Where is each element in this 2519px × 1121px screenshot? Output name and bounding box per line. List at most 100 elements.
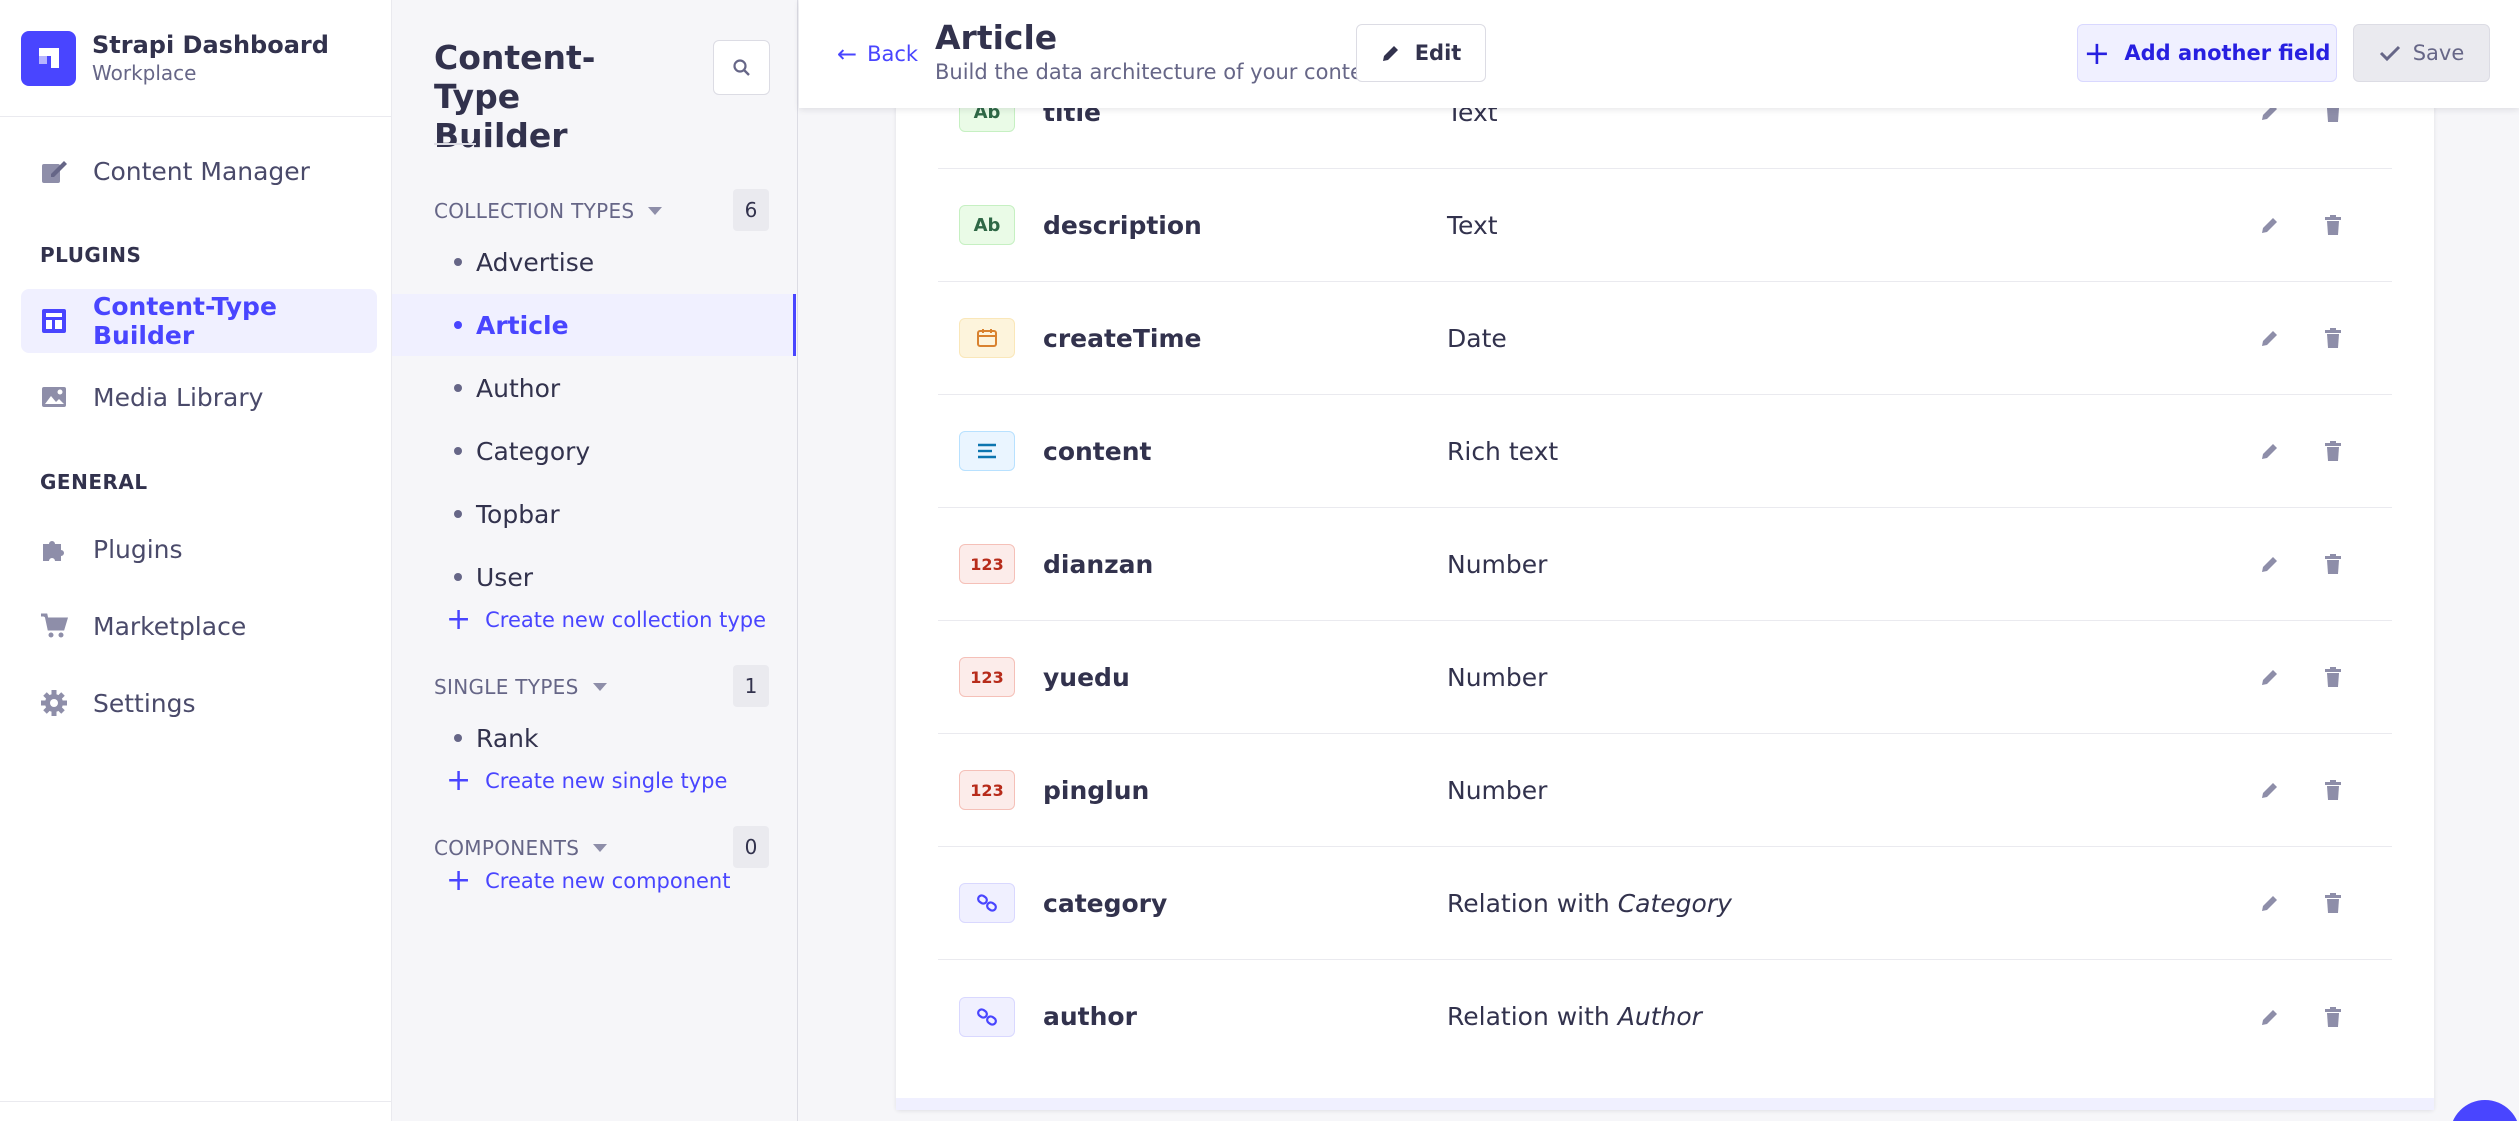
field-name: createTime xyxy=(1043,323,1202,353)
edit-field-button[interactable] xyxy=(2255,210,2285,240)
page-subtitle: Build the data architecture of your cont… xyxy=(935,60,1385,84)
single-item-rank[interactable]: Rank xyxy=(392,707,796,769)
delete-field-button[interactable] xyxy=(2318,436,2348,466)
edit-field-button[interactable] xyxy=(2255,1002,2285,1032)
caret-down-icon xyxy=(592,683,607,691)
nav-item-plugins[interactable]: Plugins xyxy=(21,517,377,581)
delete-field-button[interactable] xyxy=(2318,775,2348,805)
trash-icon xyxy=(2325,441,2341,461)
nav-item-label: Marketplace xyxy=(93,611,247,641)
collection-item-category[interactable]: Category xyxy=(392,420,796,482)
field-type: Number xyxy=(1447,776,1547,805)
nav-item-media-library[interactable]: Media Library xyxy=(21,365,377,429)
section-label: COLLECTION TYPES xyxy=(434,199,635,223)
number-icon: 123 xyxy=(959,657,1015,697)
page-title: Article xyxy=(935,18,1058,57)
help-button[interactable] xyxy=(2450,1100,2519,1121)
collection-types-heading[interactable]: COLLECTION TYPES xyxy=(434,199,663,223)
delete-field-button[interactable] xyxy=(2318,210,2348,240)
arrow-left-icon: ← xyxy=(837,40,858,68)
image-icon xyxy=(42,387,66,407)
item-label: Author xyxy=(476,373,561,403)
field-name: dianzan xyxy=(1043,549,1154,579)
subnav-title: Content-Type Builder xyxy=(434,38,596,155)
card-footer-strip xyxy=(896,1098,2434,1110)
button-label: Edit xyxy=(1414,41,1462,65)
field-type: Date xyxy=(1447,324,1507,353)
link-label: Create new collection type xyxy=(485,608,767,632)
create-single-type-link[interactable]: + Create new single type xyxy=(446,766,727,796)
add-another-field-button[interactable]: + Add another field xyxy=(2077,24,2337,82)
pencil-icon xyxy=(2262,670,2277,685)
main-nav: Strapi Dashboard Workplace Content Manag… xyxy=(0,0,392,1121)
delete-field-button[interactable] xyxy=(2318,1002,2348,1032)
trash-icon xyxy=(2325,328,2341,348)
back-link[interactable]: ← Back xyxy=(837,40,918,68)
caret-down-icon xyxy=(648,207,663,215)
nav-section-general: GENERAL xyxy=(40,470,148,494)
nav-item-marketplace[interactable]: Marketplace xyxy=(21,594,377,658)
link-icon xyxy=(959,883,1015,923)
delete-field-button[interactable] xyxy=(2318,662,2348,692)
components-heading[interactable]: COMPONENTS xyxy=(434,836,608,860)
number-icon: 123 xyxy=(959,770,1015,810)
nav-item-settings[interactable]: Settings xyxy=(21,671,377,735)
field-row: 123 yuedu Number xyxy=(938,621,2392,734)
edit-field-button[interactable] xyxy=(2255,436,2285,466)
nav-item-label: Content-Type Builder xyxy=(93,292,277,350)
edit-field-button[interactable] xyxy=(2255,323,2285,353)
field-name: category xyxy=(1043,888,1168,918)
number-icon: 123 xyxy=(959,544,1015,584)
button-label: Save xyxy=(2412,41,2465,65)
item-label: Topbar xyxy=(476,499,560,529)
calendar-icon xyxy=(959,318,1015,358)
caret-down-icon xyxy=(593,844,608,852)
edit-field-button[interactable] xyxy=(2255,775,2285,805)
single-types-heading[interactable]: SINGLE TYPES xyxy=(434,675,607,699)
save-button[interactable]: Save xyxy=(2353,24,2490,82)
collection-item-author[interactable]: Author xyxy=(392,357,796,419)
edit-field-button[interactable] xyxy=(2255,888,2285,918)
field-type: Rich text xyxy=(1447,437,1558,466)
collection-item-user[interactable]: User xyxy=(392,546,796,608)
field-name: yuedu xyxy=(1043,662,1130,692)
trash-icon xyxy=(2325,780,2341,800)
field-row: content Rich text xyxy=(938,395,2392,508)
edit-field-button[interactable] xyxy=(2255,662,2285,692)
create-collection-type-link[interactable]: + Create new collection type xyxy=(446,605,767,635)
nav-item-content-manager[interactable]: Content Manager xyxy=(21,139,377,203)
components-count: 0 xyxy=(733,826,769,868)
trash-icon xyxy=(2325,215,2341,235)
field-type: Text xyxy=(1447,211,1498,240)
search-button[interactable] xyxy=(713,40,770,95)
pencil-icon xyxy=(2262,783,2277,798)
brand: Strapi Dashboard Workplace xyxy=(0,0,391,117)
field-name: content xyxy=(1043,436,1152,466)
pencil-icon xyxy=(2262,331,2277,346)
create-component-link[interactable]: + Create new component xyxy=(446,866,730,896)
brand-subtitle: Workplace xyxy=(92,61,197,85)
delete-field-button[interactable] xyxy=(2318,323,2348,353)
trash-icon xyxy=(2325,893,2341,913)
button-label: Add another field xyxy=(2124,41,2331,65)
item-label: Category xyxy=(476,436,591,466)
edit-field-button[interactable] xyxy=(2255,549,2285,579)
field-name: pinglun xyxy=(1043,775,1150,805)
pencil-icon xyxy=(2262,444,2277,459)
field-type-label: Number xyxy=(1447,662,1548,692)
collection-item-article[interactable]: Article xyxy=(392,294,796,356)
field-row: createTime Date xyxy=(938,282,2392,395)
delete-field-button[interactable] xyxy=(2318,549,2348,579)
collection-item-advertise[interactable]: Advertise xyxy=(392,231,796,293)
collection-item-topbar[interactable]: Topbar xyxy=(392,483,796,545)
field-row: Ab description Text xyxy=(938,169,2392,282)
layout-icon xyxy=(42,309,66,333)
nav-item-content-type-builder[interactable]: Content-Type Builder xyxy=(21,289,377,353)
collection-types-count: 6 xyxy=(733,189,769,231)
edit-button[interactable]: Edit xyxy=(1356,24,1486,82)
nav-item-label: Content Manager xyxy=(93,156,310,186)
delete-field-button[interactable] xyxy=(2318,888,2348,918)
pencil-icon xyxy=(2262,896,2277,911)
nav-section-plugins: PLUGINS xyxy=(40,243,142,267)
field-type: Number xyxy=(1447,663,1547,692)
